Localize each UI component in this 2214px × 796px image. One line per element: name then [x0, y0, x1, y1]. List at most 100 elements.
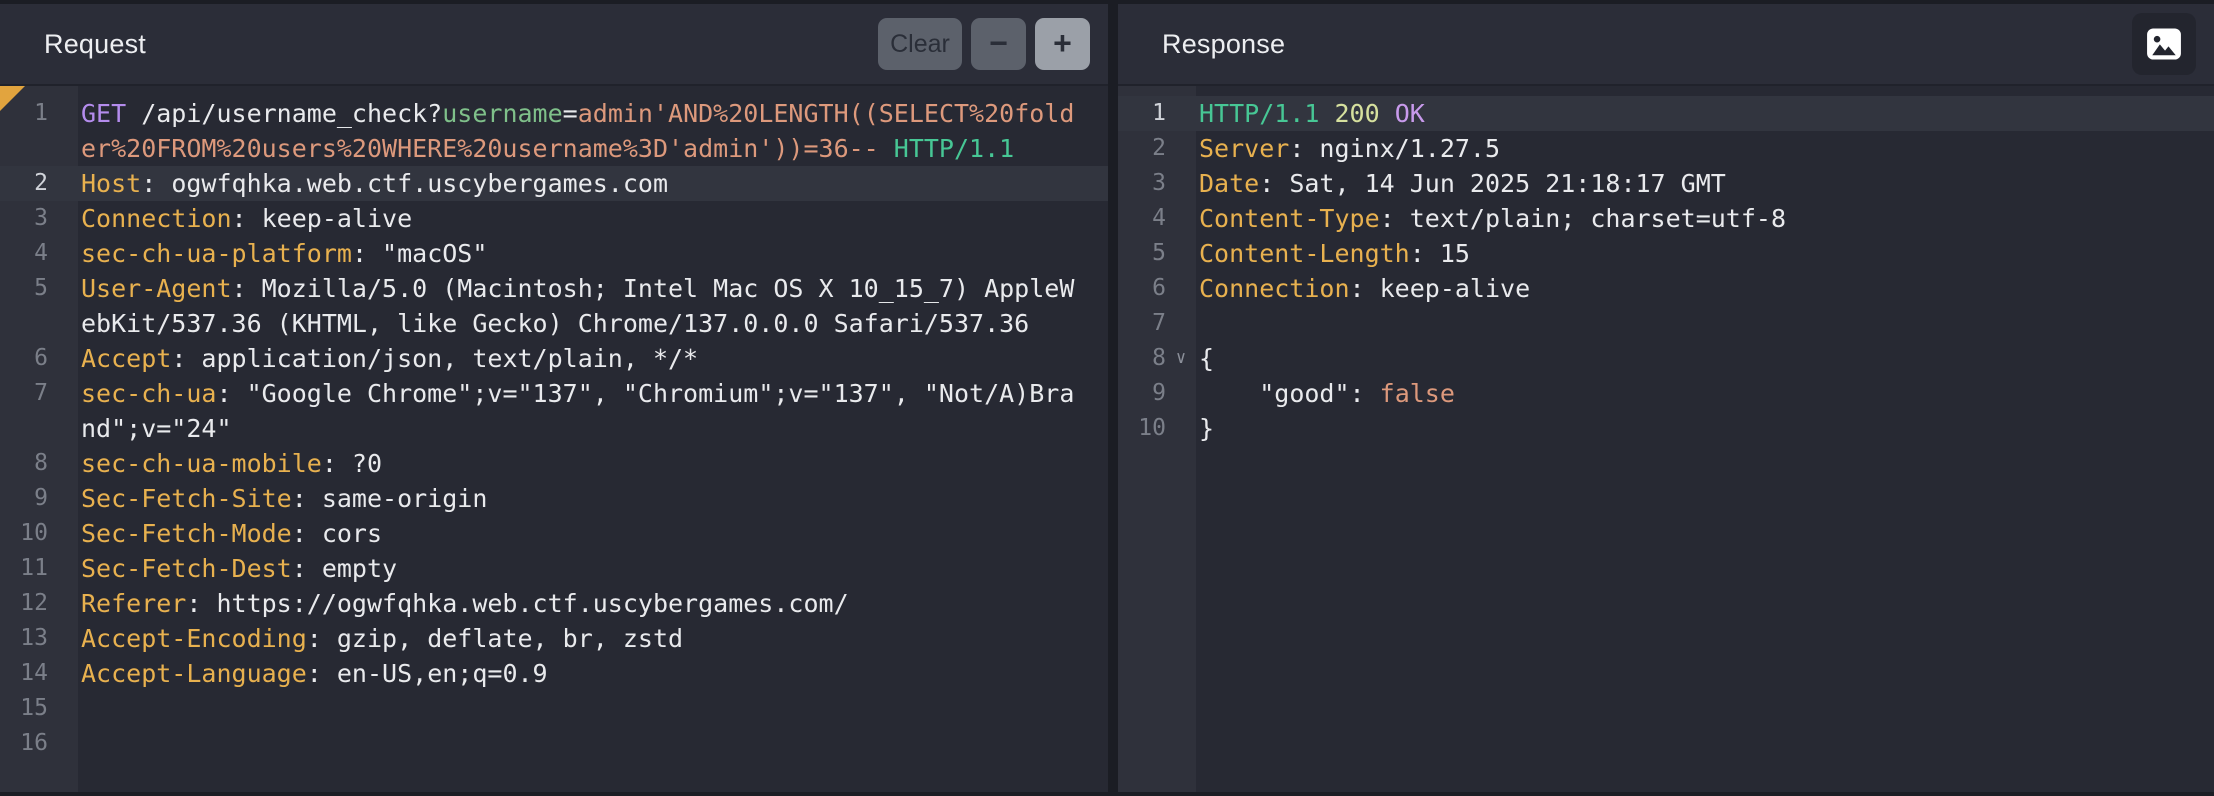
response-editor[interactable]: 1 HTTP/1.1 200 OK 2 Server: nginx/1.27.53Da…	[1118, 86, 2214, 792]
code-text[interactable]: GET /api/username_check?username=admin'A…	[78, 96, 1086, 166]
line-number: 1	[1118, 96, 1166, 131]
code-line-14[interactable]: 14Accept-Language: en-US,en;q=0.9	[0, 656, 1108, 691]
request-toolbar: Clear − +	[878, 18, 1090, 70]
line-gutter: 7	[1118, 306, 1196, 341]
code-line-12[interactable]: 12 Referer: https://ogwfqhka.web.ctf.uscy…	[0, 586, 1108, 621]
code-text[interactable]: Content-Type: text/plain; charset=utf-8	[1196, 201, 1786, 236]
code-line-5[interactable]: 5 Content-Length: 15	[1118, 236, 2214, 271]
fold-spacer	[48, 726, 78, 761]
line-gutter: 3	[1118, 166, 1196, 201]
code-line-2[interactable]: 2Host: ogwfqhka.web.ctf.uscybergames.com	[0, 166, 1108, 201]
code-text[interactable]: Referer: https://ogwfqhka.web.ctf.uscybe…	[78, 586, 1086, 621]
line-number: 15	[0, 691, 48, 726]
line-number: 2	[1118, 131, 1166, 166]
line-number: 4	[0, 236, 48, 271]
code-line-3[interactable]: 3Date: Sat, 14 Jun 2025 21:18:17 GMT	[1118, 166, 2214, 201]
code-line-7[interactable]: 7sec-ch-ua: "Google Chrome";v="137", "Ch…	[0, 376, 1108, 446]
code-text[interactable]: Connection: keep-alive	[1196, 271, 1530, 306]
line-number: 12	[0, 586, 48, 621]
line-gutter: 15	[0, 691, 78, 726]
request-panel: Request Clear − + 1GET /api/username_che…	[0, 4, 1108, 792]
line-number: 4	[1118, 201, 1166, 236]
code-text[interactable]: Host: ogwfqhka.web.ctf.uscybergames.com	[78, 166, 1086, 201]
code-line-11[interactable]: 11 Sec-Fetch-Dest: empty	[0, 551, 1108, 586]
line-number: 8	[1118, 341, 1166, 376]
code-line-1[interactable]: 1GET /api/username_check?username=admin'…	[0, 96, 1108, 166]
code-text[interactable]: Accept: application/json, text/plain, */…	[78, 341, 1086, 376]
code-text[interactable]: "good": false	[1196, 376, 1455, 411]
fold-spacer	[48, 271, 78, 341]
code-line-10[interactable]: 10}	[1118, 411, 2214, 446]
panel-resize-divider[interactable]	[1108, 4, 1118, 792]
code-text[interactable]: sec-ch-ua-platform: "macOS"	[78, 236, 1086, 271]
code-line-1[interactable]: 1 HTTP/1.1 200 OK	[1118, 96, 2214, 131]
line-gutter: 2	[1118, 131, 1196, 166]
render-image-button[interactable]	[2132, 13, 2196, 75]
code-line-6[interactable]: 6Accept: application/json, text/plain, *…	[0, 341, 1108, 376]
fold-spacer	[48, 201, 78, 236]
fold-spacer	[48, 236, 78, 271]
code-line-7[interactable]: 7	[1118, 306, 2214, 341]
line-number: 11	[0, 551, 48, 586]
code-text[interactable]: Sec-Fetch-Dest: empty	[78, 551, 1086, 586]
code-line-2[interactable]: 2 Server: nginx/1.27.5	[1118, 131, 2214, 166]
code-text[interactable]: sec-ch-ua-mobile: ?0	[78, 446, 1086, 481]
response-title: Response	[1162, 29, 1285, 60]
code-line-8[interactable]: 8∨{	[1118, 341, 2214, 376]
line-gutter: 5	[0, 271, 78, 341]
code-text[interactable]: Sec-Fetch-Site: same-origin	[78, 481, 1086, 516]
line-number: 5	[1118, 236, 1166, 271]
fold-spacer	[48, 166, 78, 201]
line-gutter: 9	[0, 481, 78, 516]
fold-spacer	[48, 376, 78, 446]
code-line-6[interactable]: 6Connection: keep-alive	[1118, 271, 2214, 306]
code-text[interactable]: Server: nginx/1.27.5	[1196, 131, 1500, 166]
line-gutter: 7	[0, 376, 78, 446]
font-increase-button[interactable]: +	[1035, 18, 1090, 70]
fold-spacer	[48, 446, 78, 481]
code-text[interactable]: User-Agent: Mozilla/5.0 (Macintosh; Inte…	[78, 271, 1086, 341]
line-number: 9	[0, 481, 48, 516]
code-line-15[interactable]: 15	[0, 691, 1108, 726]
code-text[interactable]: Content-Length: 15	[1196, 236, 1470, 271]
fold-spacer	[48, 341, 78, 376]
fold-spacer	[48, 96, 78, 166]
line-gutter: 2	[0, 166, 78, 201]
code-line-4[interactable]: 4 sec-ch-ua-platform: "macOS"	[0, 236, 1108, 271]
modified-marker-icon	[0, 86, 25, 111]
line-gutter: 10	[0, 516, 78, 551]
line-gutter: 13	[0, 621, 78, 656]
request-editor[interactable]: 1GET /api/username_check?username=admin'…	[0, 86, 1108, 792]
code-text[interactable]: Sec-Fetch-Mode: cors	[78, 516, 1086, 551]
code-text[interactable]: Connection: keep-alive	[78, 201, 1086, 236]
code-line-16[interactable]: 16	[0, 726, 1108, 761]
line-number: 8	[0, 446, 48, 481]
code-text[interactable]	[78, 726, 1086, 761]
code-line-10[interactable]: 10Sec-Fetch-Mode: cors	[0, 516, 1108, 551]
code-text[interactable]: Date: Sat, 14 Jun 2025 21:18:17 GMT	[1196, 166, 1726, 201]
code-line-8[interactable]: 8 sec-ch-ua-mobile: ?0	[0, 446, 1108, 481]
code-text[interactable]	[1196, 306, 1199, 341]
code-line-9[interactable]: 9 "good": false	[1118, 376, 2214, 411]
code-line-9[interactable]: 9 Sec-Fetch-Site: same-origin	[0, 481, 1108, 516]
code-line-13[interactable]: 13Accept-Encoding: gzip, deflate, br, zs…	[0, 621, 1108, 656]
line-gutter: 4	[1118, 201, 1196, 236]
fold-chevron-icon[interactable]: ∨	[1166, 341, 1196, 376]
code-text[interactable]: HTTP/1.1 200 OK	[1196, 96, 1425, 131]
code-text[interactable]	[78, 691, 1086, 726]
code-line-5[interactable]: 5 User-Agent: Mozilla/5.0 (Macintosh; Int…	[0, 271, 1108, 341]
code-text[interactable]: sec-ch-ua: "Google Chrome";v="137", "Chr…	[78, 376, 1086, 446]
font-decrease-button[interactable]: −	[971, 18, 1026, 70]
response-panel: Response 1 HTTP/1.1 200 OK 2 Server: nginx/…	[1118, 4, 2214, 792]
code-text[interactable]: {	[1196, 341, 1214, 376]
code-text[interactable]: Accept-Encoding: gzip, deflate, br, zstd	[78, 621, 1086, 656]
line-gutter: 10	[1118, 411, 1196, 446]
code-text[interactable]: }	[1196, 411, 1214, 446]
fold-spacer	[48, 551, 78, 586]
line-number: 5	[0, 271, 48, 341]
code-text[interactable]: Accept-Language: en-US,en;q=0.9	[78, 656, 1086, 691]
code-line-3[interactable]: 3Connection: keep-alive	[0, 201, 1108, 236]
line-gutter: 16	[0, 726, 78, 761]
clear-button[interactable]: Clear	[878, 18, 962, 70]
code-line-4[interactable]: 4 Content-Type: text/plain; charset=utf-8	[1118, 201, 2214, 236]
